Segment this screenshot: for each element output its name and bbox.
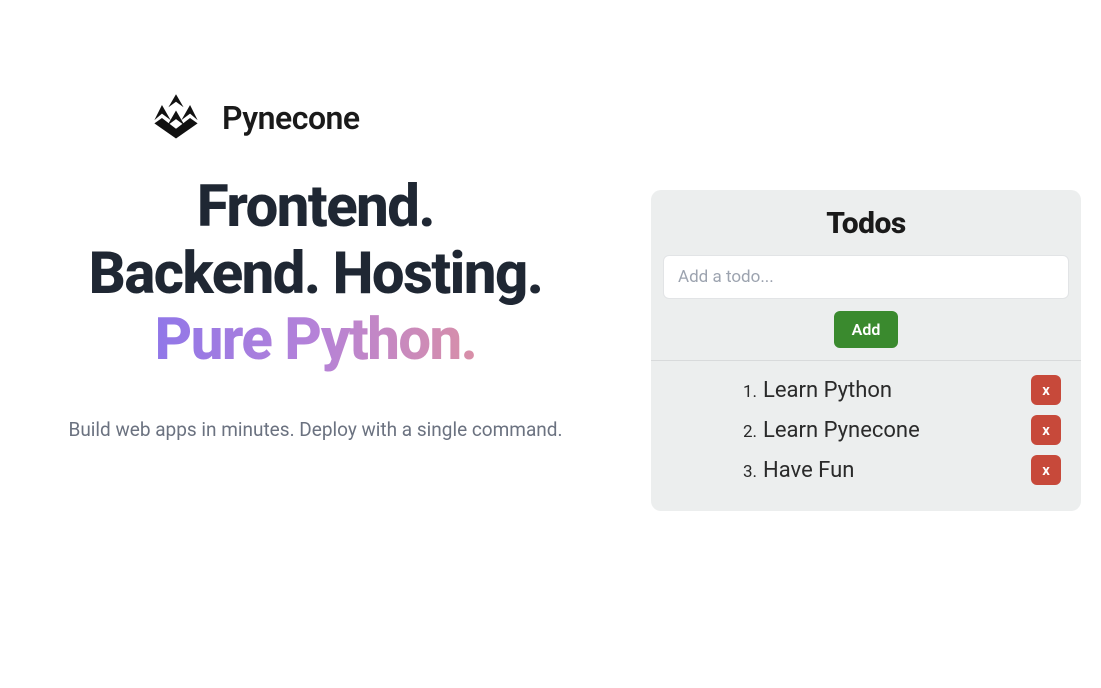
- list-item: 1. Learn Python x: [743, 375, 1061, 405]
- list-item: 3. Have Fun x: [743, 455, 1061, 485]
- hero-line-3: Pure Python.: [0, 307, 631, 374]
- todo-item-label: Learn Python: [763, 378, 892, 403]
- pynecone-logo-icon: [148, 90, 204, 146]
- todo-item-label: Learn Pynecone: [763, 418, 920, 443]
- divider: [651, 360, 1081, 361]
- todo-input[interactable]: [663, 255, 1069, 299]
- delete-button[interactable]: x: [1031, 375, 1061, 405]
- todo-app-card: Todos Add 1. Learn Python x 2. Learn Py: [651, 190, 1081, 511]
- todo-item-number: 3.: [743, 462, 757, 482]
- hero-line-1: Frontend.: [0, 174, 631, 241]
- todo-title: Todos: [663, 206, 1069, 241]
- todo-list: 1. Learn Python x 2. Learn Pynecone x 3.: [663, 375, 1069, 485]
- delete-button[interactable]: x: [1031, 455, 1061, 485]
- add-button[interactable]: Add: [834, 311, 899, 348]
- list-item: 2. Learn Pynecone x: [743, 415, 1061, 445]
- todo-item-number: 2.: [743, 422, 757, 442]
- todo-item-label: Have Fun: [763, 458, 854, 483]
- todo-item-number: 1.: [743, 382, 757, 402]
- hero-title: Frontend. Backend. Hosting. Pure Python.: [0, 174, 631, 374]
- hero-subtitle: Build web apps in minutes. Deploy with a…: [0, 418, 631, 441]
- brand-name: Pynecone: [222, 99, 360, 137]
- brand: Pynecone: [148, 90, 631, 146]
- hero-section: Pynecone Frontend. Backend. Hosting. Pur…: [0, 0, 651, 688]
- delete-button[interactable]: x: [1031, 415, 1061, 445]
- hero-line-2: Backend. Hosting.: [0, 241, 631, 308]
